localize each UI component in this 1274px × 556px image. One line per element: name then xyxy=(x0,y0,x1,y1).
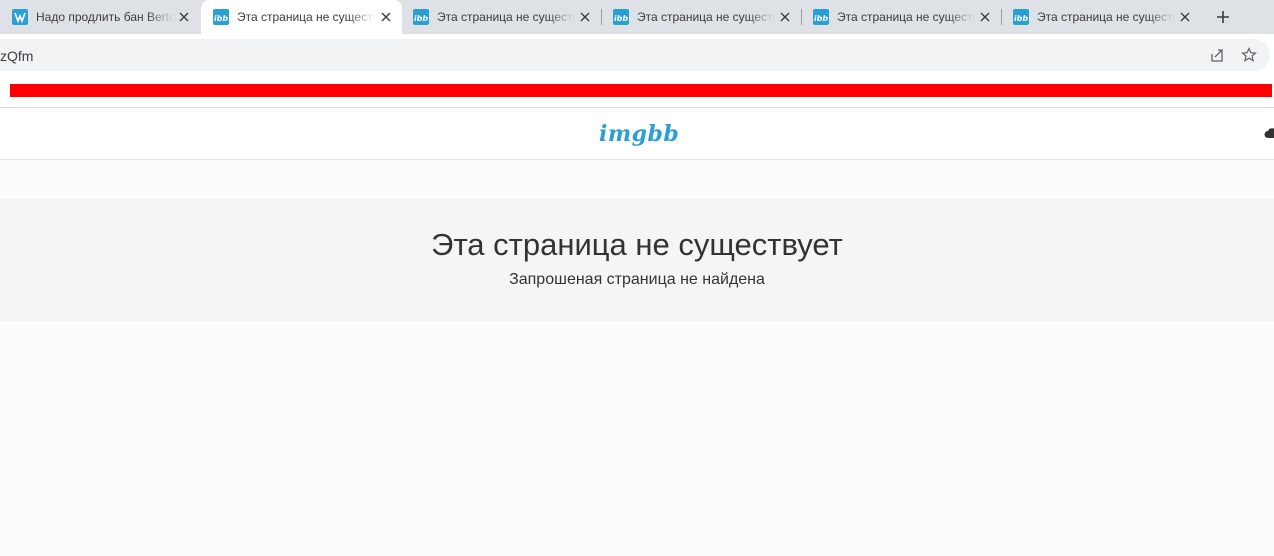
cloud-upload-icon[interactable] xyxy=(1264,125,1274,141)
imgbb-icon: ibb xyxy=(413,9,429,25)
imgbb-icon: ibb xyxy=(213,9,229,25)
favicon-label: ibb xyxy=(614,14,628,23)
plus-icon xyxy=(1217,11,1229,23)
address-bar[interactable] xyxy=(0,39,1270,71)
browser-tab[interactable]: ibb Эта страница не существует xyxy=(1001,0,1201,34)
share-icon[interactable] xyxy=(1209,47,1225,63)
favicon-label: ibb xyxy=(1014,14,1028,23)
browser-tab-active[interactable]: ibb Эта страница не существует xyxy=(201,0,402,34)
browser-tab[interactable]: Надо продлить бан Berto xyxy=(0,0,200,34)
tab-strip: Надо продлить бан Berto ibb Эта страница… xyxy=(0,0,1274,34)
close-icon[interactable] xyxy=(378,9,394,25)
tab-title: Эта страница не существует xyxy=(437,10,575,24)
tab-title: Эта страница не существует xyxy=(637,10,775,24)
url-text[interactable]: zQfm xyxy=(0,48,33,64)
browser-tab[interactable]: ibb Эта страница не существует xyxy=(401,0,601,34)
site-logo[interactable]: imgbb xyxy=(599,121,679,147)
browser-tab[interactable]: ibb Эта страница не существует xyxy=(801,0,1001,34)
close-icon[interactable] xyxy=(176,9,192,25)
page-title: Эта страница не существует xyxy=(431,227,843,262)
wordpress-icon xyxy=(12,9,28,25)
close-icon[interactable] xyxy=(777,9,793,25)
error-panel: Эта страница не существует Запрошеная ст… xyxy=(0,199,1274,321)
site-header: imgbb xyxy=(0,109,1274,160)
tab-title: Надо продлить бан Berto xyxy=(36,10,174,24)
redaction-bar xyxy=(10,84,1272,97)
browser-tab[interactable]: ibb Эта страница не существует xyxy=(601,0,801,34)
close-icon[interactable] xyxy=(977,9,993,25)
tab-title: Эта страница не существует xyxy=(237,10,375,24)
close-icon[interactable] xyxy=(1177,9,1193,25)
favicon-label: ibb xyxy=(814,14,828,23)
new-tab-button[interactable] xyxy=(1212,6,1234,28)
tab-title: Эта страница не существует xyxy=(1037,10,1175,24)
imgbb-icon: ibb xyxy=(1013,9,1029,25)
page-subtitle: Запрошеная страница не найдена xyxy=(509,271,765,288)
favicon-label: ibb xyxy=(414,14,428,23)
browser-toolbar: zQfm xyxy=(0,34,1274,76)
star-icon[interactable] xyxy=(1241,47,1257,63)
imgbb-icon: ibb xyxy=(813,9,829,25)
close-icon[interactable] xyxy=(577,9,593,25)
favicon-label: ibb xyxy=(214,14,228,23)
imgbb-icon: ibb xyxy=(613,9,629,25)
tab-title: Эта страница не существует xyxy=(837,10,975,24)
